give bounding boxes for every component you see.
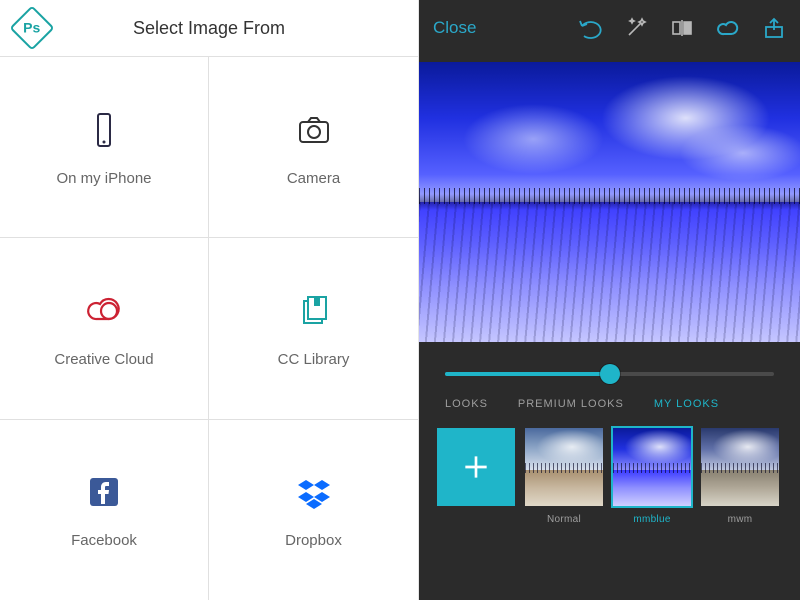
dropbox-icon: [292, 470, 336, 514]
facebook-icon: [82, 470, 126, 514]
slider-fill: [445, 372, 610, 376]
source-label: Creative Cloud: [54, 351, 153, 368]
editor-panel: Close LOOKS PREMIUM LOOKS MY LOOKS: [419, 0, 800, 600]
source-grid: On my iPhone Camera Creative Cloud CC Li…: [0, 56, 418, 600]
looks-tabs: LOOKS PREMIUM LOOKS MY LOOKS: [419, 390, 800, 424]
source-dropbox[interactable]: Dropbox: [209, 419, 418, 600]
close-button[interactable]: Close: [433, 18, 476, 38]
library-icon: [292, 289, 336, 333]
tab-looks[interactable]: LOOKS: [445, 398, 488, 410]
thumb-preview: [701, 428, 779, 506]
looks-thumbnails: Normal mmblue mwm: [419, 424, 800, 525]
source-picker-panel: Ps Select Image From On my iPhone Camera…: [0, 0, 419, 600]
source-creative-cloud[interactable]: Creative Cloud: [0, 237, 209, 418]
thumb-mwm[interactable]: mwm: [701, 428, 779, 525]
image-canvas[interactable]: [419, 62, 800, 342]
creative-cloud-sync-icon[interactable]: [716, 16, 740, 40]
plus-icon: [437, 428, 515, 506]
magic-wand-icon[interactable]: [624, 16, 648, 40]
thumb-label: Normal: [525, 514, 603, 525]
canvas-sky: [419, 62, 800, 202]
source-cc-library[interactable]: CC Library: [209, 237, 418, 418]
thumb-preview: [525, 428, 603, 506]
slider-knob[interactable]: [600, 364, 620, 384]
thumb-add[interactable]: [437, 428, 515, 514]
intensity-slider[interactable]: [445, 372, 774, 376]
source-label: Camera: [287, 170, 340, 187]
source-label: Dropbox: [285, 532, 342, 549]
undo-icon[interactable]: [578, 16, 602, 40]
camera-icon: [292, 108, 336, 152]
creative-cloud-icon: [82, 289, 126, 333]
thumb-mmblue[interactable]: mmblue: [613, 428, 691, 525]
thumb-normal[interactable]: Normal: [525, 428, 603, 525]
share-icon[interactable]: [762, 16, 786, 40]
source-facebook[interactable]: Facebook: [0, 419, 209, 600]
ps-logo: Ps: [9, 5, 54, 50]
thumb-label: mwm: [701, 514, 779, 525]
source-label: CC Library: [278, 351, 350, 368]
page-title: Select Image From: [0, 18, 418, 39]
tab-my-looks[interactable]: MY LOOKS: [654, 398, 719, 410]
tab-premium-looks[interactable]: PREMIUM LOOKS: [518, 398, 624, 410]
compare-icon[interactable]: [670, 16, 694, 40]
thumb-label: mmblue: [613, 514, 691, 525]
thumb-preview: [613, 428, 691, 506]
canvas-ground: [419, 202, 800, 342]
source-iphone[interactable]: On my iPhone: [0, 56, 209, 237]
source-picker-header: Ps Select Image From: [0, 0, 418, 56]
source-label: On my iPhone: [56, 170, 151, 187]
canvas-horizon: [419, 194, 800, 210]
source-camera[interactable]: Camera: [209, 56, 418, 237]
phone-icon: [82, 108, 126, 152]
editor-header: Close: [419, 0, 800, 56]
editor-toolbar: [578, 16, 786, 40]
intensity-slider-row: [419, 342, 800, 390]
source-label: Facebook: [71, 532, 137, 549]
